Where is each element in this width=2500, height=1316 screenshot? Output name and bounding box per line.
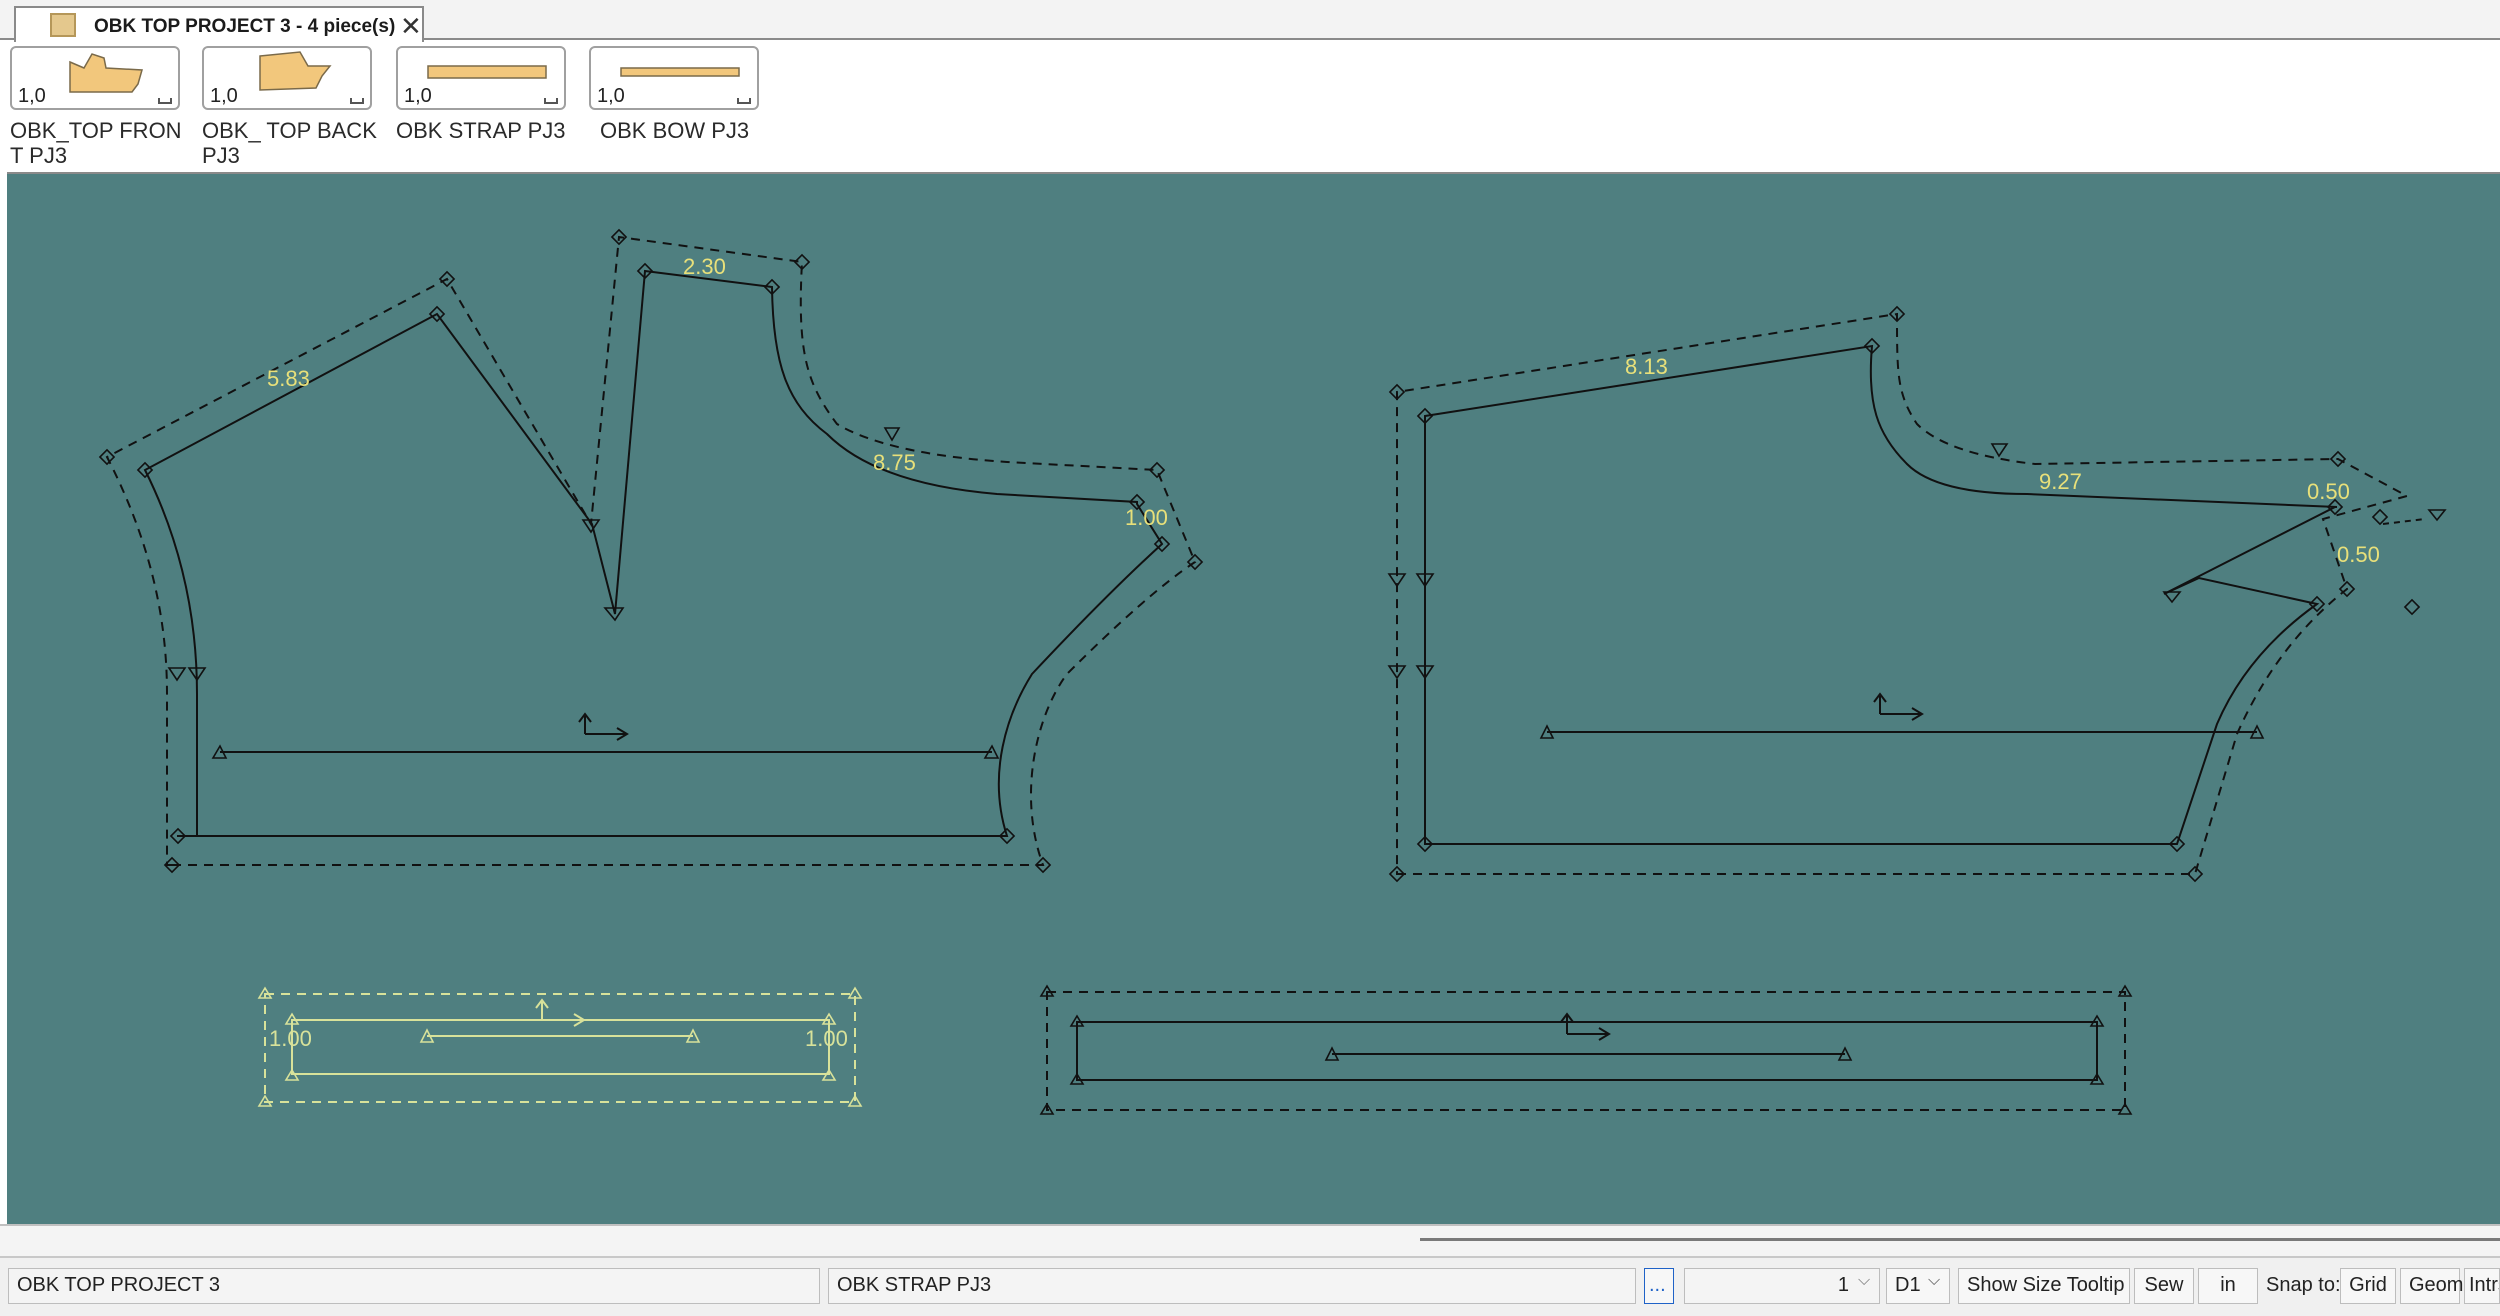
quantity-field[interactable]: 1 [1684,1268,1880,1304]
ruler-icon [737,98,751,104]
piece-gallery: 1,0 OBK_TOP FRON T PJ3 1,0 OBK_ TOP BACK… [0,42,2500,172]
pattern-drawing: 5.83 2.30 8.75 1.00 8.13 9.27 0.50 0.50 … [98,228,2447,1115]
snap-geom-button[interactable]: Geom [2400,1268,2463,1304]
front-label-1: 5.83 [267,366,310,391]
front-label-4: 1.00 [1125,505,1168,530]
size-select-value: D1 [1895,1274,1921,1296]
piece-thumbnail-bow[interactable]: 1,0 [589,46,759,110]
ruler-icon [350,98,364,104]
back-label-4: 0.50 [2337,542,2380,567]
project-icon [50,13,76,37]
strap-label-1: 1.00 [269,1026,312,1051]
strap-piece[interactable] [257,986,863,1107]
back-label-1: 8.13 [1625,354,1668,379]
tab-bar: OBK TOP PROJECT 3 - 4 piece(s) ✕ [0,0,2500,42]
ruler-icon [544,98,558,104]
back-label-2: 9.27 [2039,469,2082,494]
piece-label-back: OBK_ TOP BACK PJ3 [202,118,377,168]
selected-piece-field: OBK STRAP PJ3 [828,1268,1636,1304]
project-name-field: OBK TOP PROJECT 3 [8,1268,820,1304]
ruler-icon [158,98,172,104]
piece-thumbnail-strap[interactable]: 1,0 [396,46,566,110]
tab-project[interactable]: OBK TOP PROJECT 3 - 4 piece(s) ✕ [14,6,424,42]
size-select[interactable]: D1 [1886,1268,1950,1304]
snap-grid-button[interactable]: Grid [2340,1268,2396,1304]
scrollbar-thumb[interactable] [1420,1238,2500,1241]
unit-button[interactable]: in [2198,1268,2258,1304]
piece-scale: 1,0 [404,85,432,107]
piece-thumbnail-front[interactable]: 1,0 [10,46,180,110]
tab-title: OBK TOP PROJECT 3 - 4 piece(s) [94,16,396,37]
front-piece[interactable] [98,228,1204,874]
measurement-labels: 5.83 2.30 8.75 1.00 8.13 9.27 0.50 0.50 … [267,254,2380,1051]
piece-label-front: OBK_TOP FRON T PJ3 [10,118,182,168]
bow-piece[interactable] [1039,984,2133,1115]
sew-button[interactable]: Sew [2134,1268,2194,1304]
close-icon[interactable]: ✕ [400,11,422,42]
ellipsis-button[interactable]: ... [1644,1268,1674,1304]
piece-thumbnail-back[interactable]: 1,0 [202,46,372,110]
front-label-2: 2.30 [683,254,726,279]
piece-scale: 1,0 [597,85,625,107]
status-bar: OBK TOP PROJECT 3 OBK STRAP PJ3 ... 1 ⌵ … [0,1256,2500,1316]
piece-scale: 1,0 [210,85,238,107]
piece-label-bow: OBK BOW PJ3 [600,118,750,143]
chevron-down-icon[interactable]: ⌵ [1928,1272,1940,1290]
piece-label-strap: OBK STRAP PJ3 [396,118,566,143]
chevron-down-icon[interactable]: ⌵ [1858,1272,1870,1290]
work-canvas[interactable]: 5.83 2.30 8.75 1.00 8.13 9.27 0.50 0.50 … [7,172,2500,1224]
show-size-tooltip-button[interactable]: Show Size Tooltip [1958,1268,2130,1304]
piece-scale: 1,0 [18,85,46,107]
front-label-3: 8.75 [873,450,916,475]
snap-intrs-button[interactable]: Intrs [2464,1268,2500,1304]
horizontal-scrollbar[interactable] [0,1224,2500,1256]
strap-label-2: 1.00 [805,1026,848,1051]
back-piece[interactable] [1387,305,2447,883]
back-label-3: 0.50 [2307,479,2350,504]
snap-to-label: Snap to: [2266,1274,2341,1296]
